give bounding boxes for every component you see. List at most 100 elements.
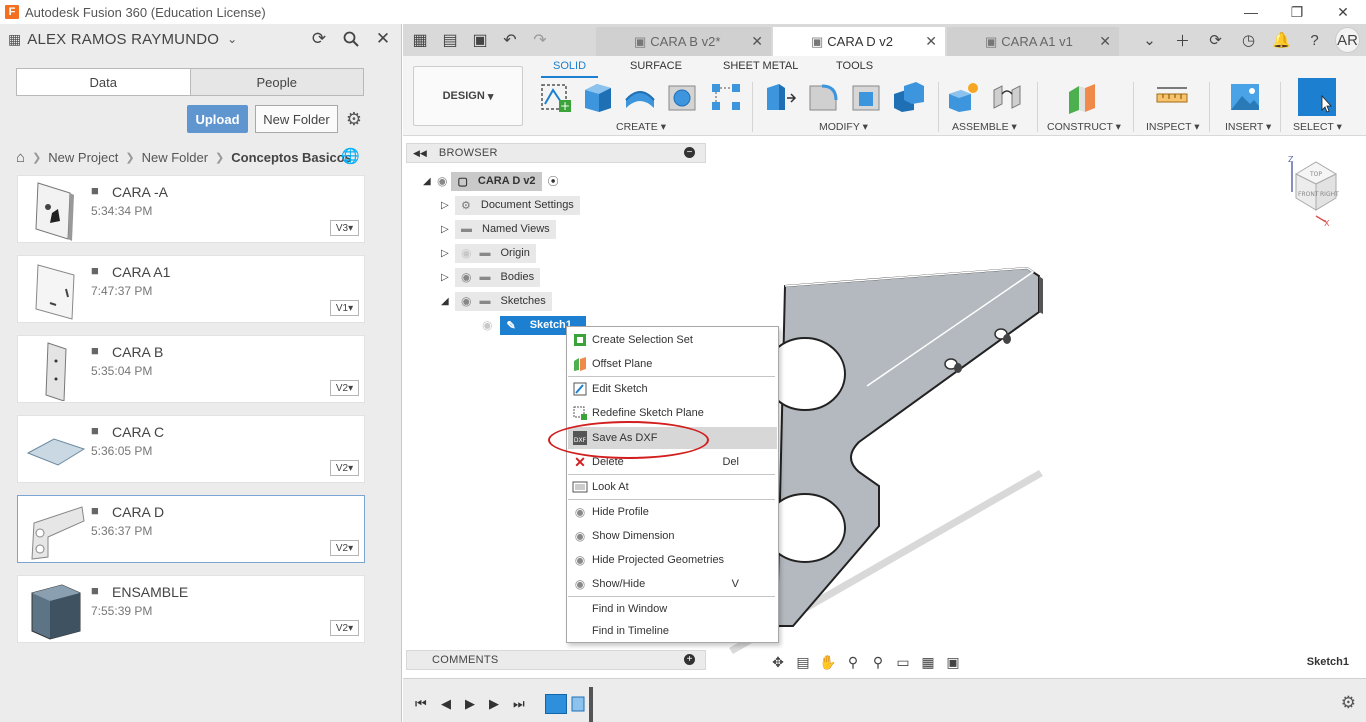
- shell-icon[interactable]: [849, 80, 883, 114]
- browser-root-node[interactable]: ◢ ◉ ▢ CARA D v2 ⦿: [423, 171, 559, 191]
- menu-item-show-dimension[interactable]: ◉ Show Dimension: [568, 525, 777, 547]
- doc-tab[interactable]: ▣ CARA A1 v1 ✕: [947, 27, 1119, 56]
- group-create[interactable]: CREATE ▾: [616, 121, 666, 133]
- team-hub-icon[interactable]: ▦: [8, 31, 21, 48]
- upload-button[interactable]: Upload: [187, 105, 248, 133]
- file-card[interactable]: ■ CARA B 5:35:04 PM V2 ▾: [17, 335, 365, 403]
- select-icon[interactable]: [1298, 78, 1336, 116]
- workspace-switcher[interactable]: DESIGN ▾: [413, 66, 523, 126]
- chevron-down-icon[interactable]: ⌄: [227, 32, 237, 46]
- go-to-end-icon[interactable]: ⏭: [513, 696, 525, 712]
- close-tab-icon[interactable]: ✕: [925, 33, 937, 50]
- visibility-off-icon[interactable]: ◉: [482, 318, 492, 332]
- offset-plane-icon[interactable]: [1065, 80, 1099, 114]
- menu-item-find-in-timeline[interactable]: Find in Timeline: [568, 620, 777, 642]
- grid-settings-icon[interactable]: ▦: [918, 654, 938, 671]
- globe-icon[interactable]: 🌐: [341, 147, 360, 165]
- canvas-viewport[interactable]: [403, 136, 1366, 676]
- press-pull-icon[interactable]: [763, 80, 797, 114]
- browser-node-origin[interactable]: ▷ ◉ ▬ Origin: [441, 243, 536, 263]
- timeline-feature[interactable]: [570, 694, 586, 714]
- menu-item-create-selection-set[interactable]: Create Selection Set: [568, 329, 777, 351]
- version-dropdown[interactable]: V1 ▾: [330, 300, 359, 316]
- group-construct[interactable]: CONSTRUCT ▾: [1047, 121, 1121, 133]
- doc-tab[interactable]: ▣ CARA B v2* ✕: [596, 27, 771, 56]
- version-dropdown[interactable]: V2 ▾: [330, 540, 359, 556]
- menu-item-edit-sketch[interactable]: Edit Sketch: [568, 378, 777, 400]
- extensions-icon[interactable]: ⟳: [1203, 27, 1228, 53]
- version-dropdown[interactable]: V3 ▾: [330, 220, 359, 236]
- job-status-icon[interactable]: ◷: [1236, 27, 1261, 53]
- menu-item-delete[interactable]: ✕ Delete Del: [568, 451, 777, 473]
- expand-icon[interactable]: ▷: [441, 200, 455, 211]
- file-card[interactable]: ■ CARA C 5:36:05 PM V2 ▾: [17, 415, 365, 483]
- home-icon[interactable]: ⌂: [16, 149, 25, 166]
- measure-icon[interactable]: [1155, 80, 1189, 114]
- look-at-face-icon[interactable]: ▤: [793, 654, 813, 671]
- tab-surface[interactable]: SURFACE: [630, 60, 682, 72]
- avatar[interactable]: AR: [1335, 27, 1360, 53]
- visibility-eye-icon[interactable]: ◉: [437, 174, 447, 188]
- create-sketch-icon[interactable]: +: [539, 80, 573, 114]
- tab-sheet-metal[interactable]: SHEET METAL: [723, 60, 798, 72]
- tab-tools[interactable]: TOOLS: [836, 60, 873, 72]
- new-folder-button[interactable]: New Folder: [255, 105, 338, 133]
- user-name[interactable]: ALEX RAMOS RAYMUNDO: [27, 31, 219, 48]
- file-card[interactable]: ■ CARA A1 7:47:37 PM V1 ▾: [17, 255, 365, 323]
- fillet-icon[interactable]: [806, 80, 840, 114]
- app-grid-icon[interactable]: ▦: [407, 27, 433, 53]
- refresh-icon[interactable]: ⟳: [309, 28, 329, 50]
- expand-icon[interactable]: ▷: [441, 272, 455, 283]
- undo-icon[interactable]: ↶: [497, 27, 523, 53]
- fit-zoom-icon[interactable]: ⚲: [868, 654, 888, 671]
- collapse-browser-icon[interactable]: ◀◀: [413, 148, 427, 159]
- comments-panel-header[interactable]: COMMENTS +: [406, 650, 706, 670]
- file-card[interactable]: ■ ENSAMBLE 7:55:39 PM V2 ▾: [17, 575, 365, 643]
- search-icon[interactable]: [341, 28, 361, 50]
- menu-item-show-hide[interactable]: ◉ Show/Hide V: [568, 573, 777, 595]
- viewports-icon[interactable]: ▣: [943, 654, 963, 671]
- menu-item-hide-profile[interactable]: ◉ Hide Profile: [568, 501, 777, 523]
- version-dropdown[interactable]: V2 ▾: [330, 380, 359, 396]
- hole-icon[interactable]: [665, 80, 699, 114]
- step-back-icon[interactable]: ◀: [441, 696, 451, 712]
- close-tab-icon[interactable]: ✕: [751, 33, 763, 50]
- timeline-settings-gear-icon[interactable]: ⚙: [1341, 693, 1356, 713]
- add-comment-icon[interactable]: +: [684, 654, 695, 665]
- step-forward-icon[interactable]: ▶: [489, 696, 499, 712]
- menu-item-redefine-sketch-plane[interactable]: Redefine Sketch Plane: [568, 402, 777, 424]
- close-panel-icon[interactable]: ✕: [373, 28, 393, 50]
- breadcrumb-project[interactable]: New Project: [48, 150, 118, 165]
- new-component-icon[interactable]: [947, 80, 981, 114]
- insert-image-icon[interactable]: [1228, 80, 1262, 114]
- group-select[interactable]: SELECT ▾: [1293, 121, 1342, 133]
- visibility-eye-icon[interactable]: ◉: [461, 270, 471, 284]
- browser-node-bodies[interactable]: ▷ ◉ ▬ Bodies: [441, 267, 541, 287]
- revolve-icon[interactable]: [623, 80, 657, 114]
- menu-item-look-at[interactable]: Look At: [568, 476, 777, 498]
- restore-button[interactable]: ❐: [1274, 0, 1320, 24]
- expand-collapse-icon[interactable]: ◢: [423, 176, 437, 187]
- play-icon[interactable]: ▶: [465, 696, 475, 712]
- pan-hand-icon[interactable]: ✋: [818, 654, 838, 671]
- activate-radio-icon[interactable]: ⦿: [548, 173, 559, 189]
- menu-item-find-in-window[interactable]: Find in Window: [568, 598, 777, 620]
- minimize-button[interactable]: —: [1228, 0, 1274, 24]
- close-tab-icon[interactable]: ✕: [1099, 33, 1111, 50]
- file-menu-icon[interactable]: ▤: [437, 27, 463, 53]
- file-card[interactable]: ■ CARA -A 5:34:34 PM V3 ▾: [17, 175, 365, 243]
- help-icon[interactable]: ?: [1302, 27, 1327, 53]
- go-to-start-icon[interactable]: ⏮: [415, 696, 427, 712]
- browser-header[interactable]: ◀◀ BROWSER −: [406, 143, 706, 163]
- menu-item-save-as-dxf[interactable]: DXF Save As DXF: [568, 427, 777, 449]
- orbit-icon[interactable]: ✥: [768, 654, 788, 671]
- redo-icon[interactable]: ↷: [527, 27, 553, 53]
- tab-solid[interactable]: SOLID: [540, 60, 599, 78]
- browser-node-document-settings[interactable]: ▷ ⚙ Document Settings: [441, 195, 580, 215]
- expand-icon[interactable]: ▷: [441, 248, 455, 259]
- close-window-button[interactable]: ✕: [1320, 0, 1366, 24]
- visibility-eye-icon[interactable]: ◉: [461, 294, 471, 308]
- browser-node-named-views[interactable]: ▷ ▬ Named Views: [441, 219, 556, 239]
- menu-item-hide-projected-geometries[interactable]: ◉ Hide Projected Geometries: [568, 549, 777, 571]
- zoom-icon[interactable]: ⚲: [843, 654, 863, 671]
